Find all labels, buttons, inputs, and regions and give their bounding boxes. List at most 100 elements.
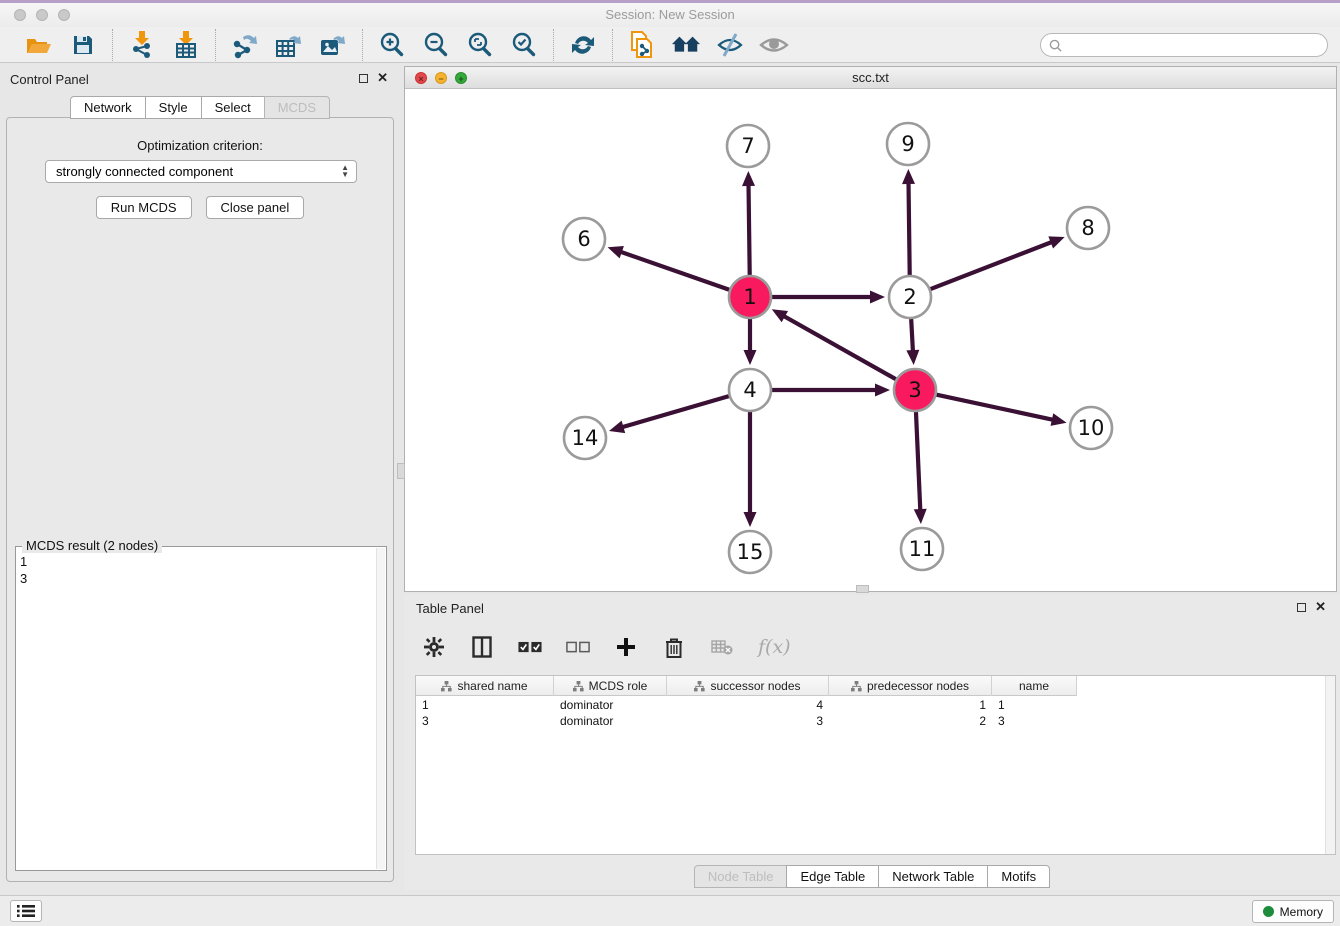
control-panel-close-icon[interactable]: ✕ — [377, 73, 388, 83]
export-network-icon[interactable] — [230, 30, 260, 60]
clone-network-icon[interactable] — [627, 30, 657, 60]
control-panel-float-button[interactable] — [359, 74, 368, 83]
zoom-selected-icon[interactable] — [509, 30, 539, 60]
edge-arrowhead — [906, 350, 919, 365]
edge-3-10[interactable] — [937, 395, 1055, 421]
sort-tree-icon — [441, 681, 452, 692]
import-network-icon[interactable] — [127, 30, 157, 60]
close-panel-button[interactable]: Close panel — [206, 196, 305, 219]
search-box — [1040, 33, 1328, 57]
table-cell[interactable]: 1 — [416, 697, 554, 713]
network-window-titlebar[interactable]: × − + scc.txt — [405, 67, 1336, 89]
memory-label: Memory — [1280, 905, 1323, 919]
network-canvas[interactable]: 7968124314101511 — [405, 89, 1336, 591]
run-mcds-button[interactable]: Run MCDS — [96, 196, 192, 219]
optimization-criterion-dropdown[interactable]: strongly connected component ▲▼ — [45, 160, 357, 183]
delete-column-icon[interactable] — [662, 635, 686, 659]
hide-selected-icon[interactable] — [715, 30, 745, 60]
table-cell[interactable]: 1 — [992, 697, 1077, 713]
select-all-checkboxes-icon[interactable] — [518, 635, 542, 659]
table-panel-float-button[interactable] — [1297, 603, 1306, 612]
tab-edge-table[interactable]: Edge Table — [786, 865, 879, 888]
graph-node-label: 6 — [577, 227, 590, 251]
edge-arrowhead — [609, 421, 625, 433]
table-cell[interactable]: 2 — [829, 713, 992, 729]
export-table-icon[interactable] — [274, 30, 304, 60]
table-rows: 1dominator4113dominator323 — [416, 697, 1325, 729]
search-input[interactable] — [1066, 36, 1327, 54]
table-cell[interactable]: 3 — [992, 713, 1077, 729]
tab-style[interactable]: Style — [145, 96, 202, 119]
table-cell[interactable]: dominator — [554, 697, 667, 713]
tab-node-table[interactable]: Node Table — [694, 865, 788, 888]
panel-splitter-grip[interactable] — [397, 463, 405, 479]
split-columns-icon[interactable] — [470, 635, 494, 659]
edge-2-3[interactable] — [911, 319, 913, 353]
edge-arrowhead — [742, 171, 755, 186]
memory-button[interactable]: Memory — [1252, 900, 1334, 923]
sort-tree-icon — [851, 681, 862, 692]
graph-node-label: 9 — [901, 132, 914, 156]
home-network-icon[interactable] — [671, 30, 701, 60]
zoom-fit-icon[interactable] — [465, 30, 495, 60]
save-session-icon[interactable] — [68, 30, 98, 60]
function-builder-icon[interactable]: f(x) — [758, 636, 791, 658]
mcds-result-title: MCDS result (2 nodes) — [22, 538, 162, 553]
graph-node-label: 14 — [572, 426, 599, 450]
task-history-button[interactable] — [10, 900, 42, 922]
edge-1-7[interactable] — [748, 183, 749, 275]
column-header-successor-nodes[interactable]: successor nodes — [667, 676, 829, 696]
network-graph[interactable]: 7968124314101511 — [405, 89, 1336, 591]
table-tabs: Node TableEdge TableNetwork TableMotifs — [404, 865, 1340, 888]
edge-arrowhead — [902, 169, 915, 184]
edge-2-8[interactable] — [931, 241, 1054, 289]
open-session-icon[interactable] — [24, 30, 54, 60]
column-header-predecessor-nodes[interactable]: predecessor nodes — [829, 676, 992, 696]
clear-checkboxes-icon[interactable] — [566, 635, 590, 659]
table-cell[interactable]: dominator — [554, 713, 667, 729]
table-cell[interactable]: 3 — [416, 713, 554, 729]
edge-arrowhead — [608, 246, 624, 258]
refresh-layout-icon[interactable] — [568, 30, 598, 60]
table-settings-icon[interactable] — [422, 635, 446, 659]
horizontal-splitter-grip[interactable] — [856, 585, 869, 593]
edge-3-11[interactable] — [916, 412, 920, 512]
table-cell[interactable]: 1 — [829, 697, 992, 713]
column-header-shared-name[interactable]: shared name — [416, 676, 554, 696]
export-image-icon[interactable] — [318, 30, 348, 60]
tab-network-table[interactable]: Network Table — [878, 865, 988, 888]
table-row[interactable]: 1dominator411 — [416, 697, 1325, 713]
edge-4-14[interactable] — [621, 396, 729, 428]
add-column-icon[interactable] — [614, 635, 638, 659]
table-row[interactable]: 3dominator323 — [416, 713, 1325, 729]
edge-arrowhead — [1051, 413, 1067, 426]
search-icon — [1049, 39, 1062, 52]
graph-node-label: 11 — [909, 537, 936, 561]
graph-node-label: 4 — [743, 378, 756, 402]
dropdown-arrows-icon: ▲▼ — [341, 164, 349, 178]
result-scrollbar[interactable] — [376, 548, 385, 869]
tab-network[interactable]: Network — [70, 96, 146, 119]
delete-table-icon[interactable] — [710, 635, 734, 659]
graph-node-label: 8 — [1081, 216, 1094, 240]
mcds-result-text[interactable]: 1 3 — [20, 553, 27, 587]
zoom-in-icon[interactable] — [377, 30, 407, 60]
tab-motifs[interactable]: Motifs — [987, 865, 1050, 888]
edge-3-1[interactable] — [782, 315, 896, 379]
table-panel-close-icon[interactable]: ✕ — [1315, 602, 1326, 612]
import-table-icon[interactable] — [171, 30, 201, 60]
table-cell[interactable]: 4 — [667, 697, 829, 713]
graph-node-label: 10 — [1078, 416, 1105, 440]
edge-arrowhead — [744, 350, 757, 365]
table-cell[interactable]: 3 — [667, 713, 829, 729]
edge-2-9[interactable] — [908, 181, 909, 275]
zoom-out-icon[interactable] — [421, 30, 451, 60]
column-header-MCDS-role[interactable]: MCDS role — [554, 676, 667, 696]
control-panel-title: Control Panel — [10, 72, 89, 87]
tab-select[interactable]: Select — [201, 96, 265, 119]
edge-1-6[interactable] — [619, 251, 729, 290]
column-header-name[interactable]: name — [992, 676, 1077, 696]
tab-mcds[interactable]: MCDS — [264, 96, 330, 119]
table-scrollbar[interactable] — [1325, 676, 1335, 854]
show-all-icon[interactable] — [759, 30, 789, 60]
